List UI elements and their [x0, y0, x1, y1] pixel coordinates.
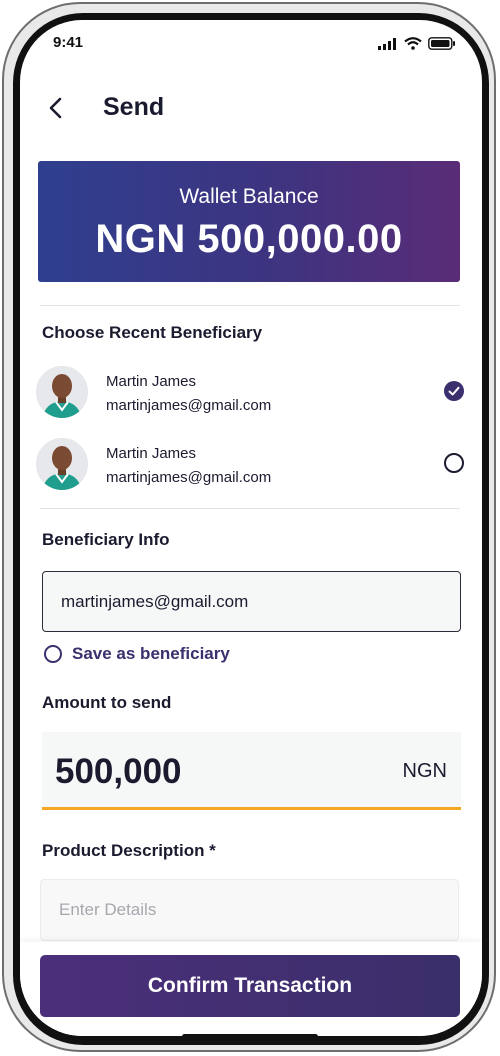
confirm-transaction-button[interactable]: Confirm Transaction — [40, 955, 460, 1017]
avatar — [36, 366, 88, 418]
recent-beneficiary-title: Choose Recent Beneficiary — [42, 323, 263, 342]
back-arrow-icon[interactable] — [46, 96, 66, 120]
beneficiary-item[interactable]: Martin James martinjames@gmail.com — [36, 366, 468, 420]
product-description-title: Product Description * — [42, 841, 216, 860]
wallet-balance-card: Wallet Balance NGN 500,000.00 — [38, 161, 460, 282]
beneficiary-email: martinjames@gmail.com — [106, 469, 272, 486]
amount-value: 500,000 — [55, 752, 182, 791]
beneficiary-email-field[interactable] — [43, 572, 460, 631]
amount-input[interactable]: 500,000 NGN — [42, 732, 461, 810]
currency-label: NGN — [402, 760, 447, 782]
status-time: 9:41 — [53, 34, 84, 51]
save-as-beneficiary-option[interactable]: Save as beneficiary — [44, 644, 230, 664]
save-beneficiary-radio[interactable] — [44, 645, 62, 663]
home-indicator — [182, 1034, 318, 1036]
unselected-radio[interactable] — [444, 453, 464, 473]
wifi-icon — [404, 37, 422, 50]
battery-icon — [428, 37, 455, 50]
wallet-balance-label: Wallet Balance — [179, 185, 319, 208]
selected-radio[interactable] — [444, 381, 464, 401]
divider — [40, 508, 460, 509]
beneficiary-name: Martin James — [106, 445, 197, 462]
page-title: Send — [103, 93, 165, 121]
status-icons — [378, 37, 456, 50]
app-screen: 9:41 Send Wallet Balance NGN 500,000.00 … — [20, 20, 482, 1036]
beneficiary-item[interactable]: Martin James martinjames@gmail.com — [36, 438, 468, 492]
divider — [40, 305, 460, 306]
beneficiary-info-title: Beneficiary Info — [42, 530, 170, 549]
wallet-balance-amount: NGN 500,000.00 — [95, 217, 403, 261]
beneficiary-email-field-box — [42, 571, 461, 632]
product-description-field[interactable] — [41, 880, 458, 940]
signal-icon — [378, 37, 396, 50]
checkmark-icon — [448, 386, 460, 396]
save-beneficiary-label: Save as beneficiary — [72, 644, 230, 663]
beneficiary-email: martinjames@gmail.com — [106, 397, 272, 414]
amount-title: Amount to send — [42, 693, 172, 712]
avatar — [36, 438, 88, 490]
product-description-box — [40, 879, 459, 941]
beneficiary-name: Martin James — [106, 373, 197, 390]
